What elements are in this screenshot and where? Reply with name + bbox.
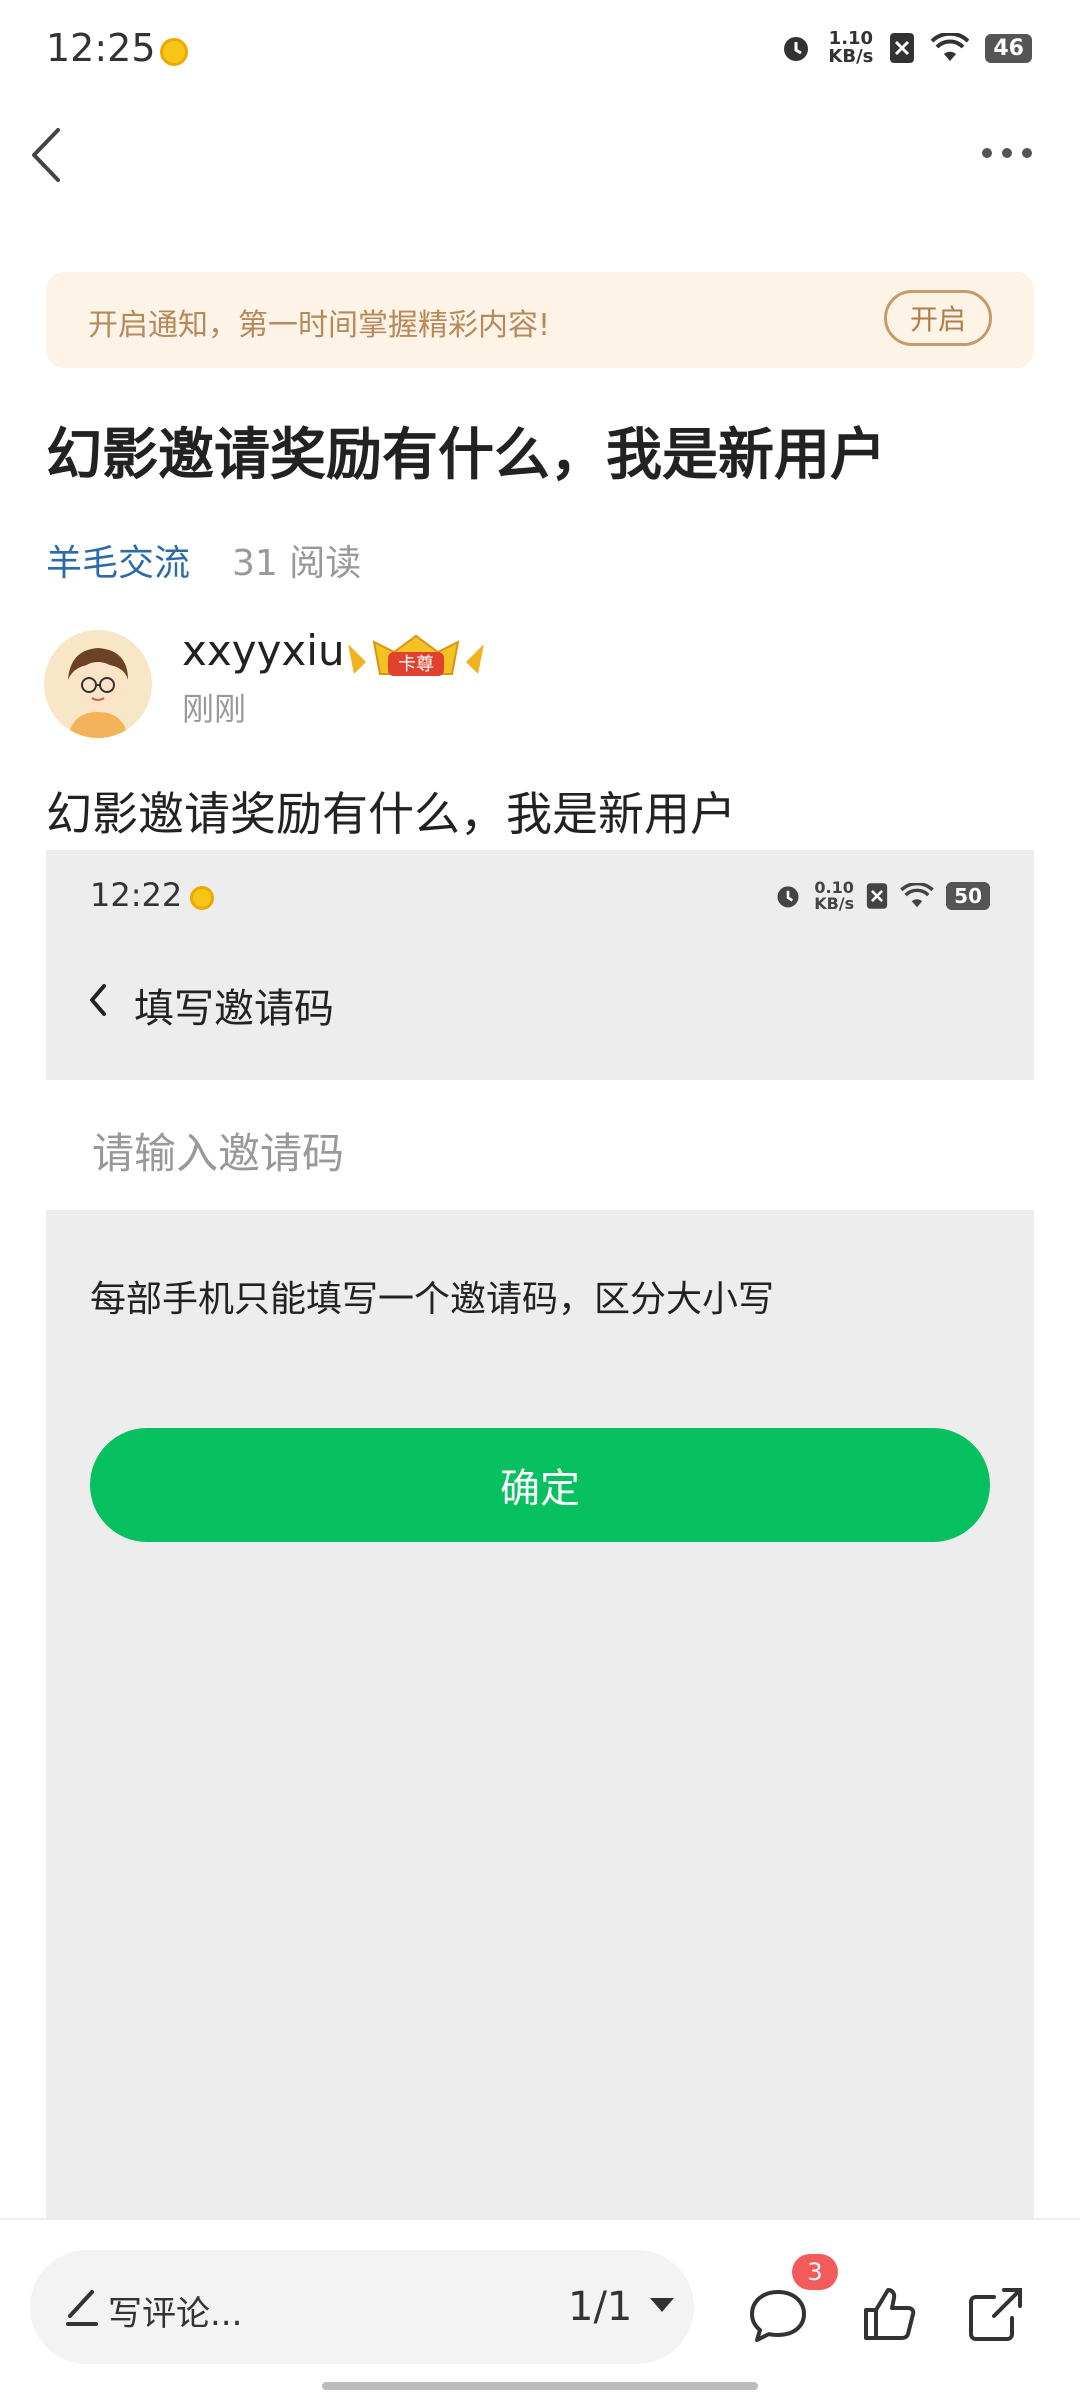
comment-icon[interactable] bbox=[746, 2282, 810, 2346]
post-category-link[interactable]: 羊毛交流 bbox=[46, 534, 190, 586]
comment-count-badge: 3 bbox=[792, 2254, 838, 2290]
image-hint-text: 每部手机只能填写一个邀请码，区分大小写 bbox=[90, 1279, 775, 1320]
bottom-divider bbox=[0, 2218, 1080, 2220]
sim-off-icon bbox=[890, 33, 915, 63]
post-image[interactable]: 12:22 0.10 KB/s 50 填写邀请码 请输入邀请码 每部手机只能填写一… bbox=[46, 850, 1034, 2220]
image-battery-indicator: 50 bbox=[946, 882, 990, 910]
image-input-placeholder: 请输入邀请码 bbox=[92, 1129, 345, 1178]
page-indicator[interactable]: 1/1 bbox=[568, 2284, 632, 2330]
comment-input[interactable]: 写评论... 1/1 bbox=[30, 2250, 694, 2364]
network-speed: 1.10 KB/s bbox=[828, 28, 874, 67]
pencil-icon bbox=[66, 2290, 98, 2326]
notification-banner: 开启通知，第一时间掌握精彩内容! 开启 bbox=[46, 272, 1034, 368]
status-time: 12:25 bbox=[46, 26, 156, 70]
image-alarm-icon bbox=[777, 886, 799, 908]
comment-placeholder: 写评论... bbox=[108, 2294, 243, 2334]
home-indicator[interactable] bbox=[322, 2382, 758, 2390]
image-network-speed: 0.10 KB/s bbox=[814, 878, 855, 913]
wifi-icon bbox=[931, 33, 970, 61]
back-arrow-icon[interactable] bbox=[24, 120, 72, 190]
image-invite-input: 请输入邀请码 bbox=[46, 1080, 1034, 1210]
crown-badge: 卡尊 bbox=[348, 634, 484, 676]
read-count: 31 阅读 bbox=[232, 543, 362, 584]
image-back-icon bbox=[90, 984, 106, 1016]
image-sim-off-icon bbox=[867, 883, 888, 909]
coin-icon bbox=[160, 38, 188, 66]
svg-text:卡尊: 卡尊 bbox=[398, 654, 434, 675]
enable-notification-button[interactable]: 开启 bbox=[884, 290, 992, 346]
status-icons: 1.10 KB/s 46 bbox=[780, 30, 1032, 66]
share-icon[interactable] bbox=[964, 2282, 1028, 2346]
post-time: 刚刚 bbox=[182, 690, 247, 728]
notification-text: 开启通知，第一时间掌握精彩内容! bbox=[88, 308, 551, 343]
avatar[interactable] bbox=[44, 630, 152, 738]
post-title: 幻影邀请奖励有什么，我是新用户 bbox=[46, 423, 886, 488]
image-status-time: 12:22 bbox=[90, 876, 183, 914]
image-status-icons: 0.10 KB/s 50 bbox=[774, 880, 990, 912]
image-page-title: 填写邀请码 bbox=[134, 986, 334, 1032]
author-name[interactable]: xxyyxiu bbox=[182, 626, 345, 675]
image-wifi-icon bbox=[900, 883, 934, 908]
image-coin-icon bbox=[190, 886, 214, 910]
page-dropdown-icon[interactable] bbox=[650, 2298, 674, 2312]
alarm-icon bbox=[784, 37, 809, 61]
battery-indicator: 46 bbox=[985, 33, 1032, 63]
like-icon[interactable] bbox=[858, 2282, 922, 2346]
post-body-text: 幻影邀请奖励有什么，我是新用户 bbox=[46, 787, 736, 841]
image-confirm-button: 确定 bbox=[90, 1428, 990, 1542]
more-options-icon[interactable] bbox=[982, 148, 1032, 158]
